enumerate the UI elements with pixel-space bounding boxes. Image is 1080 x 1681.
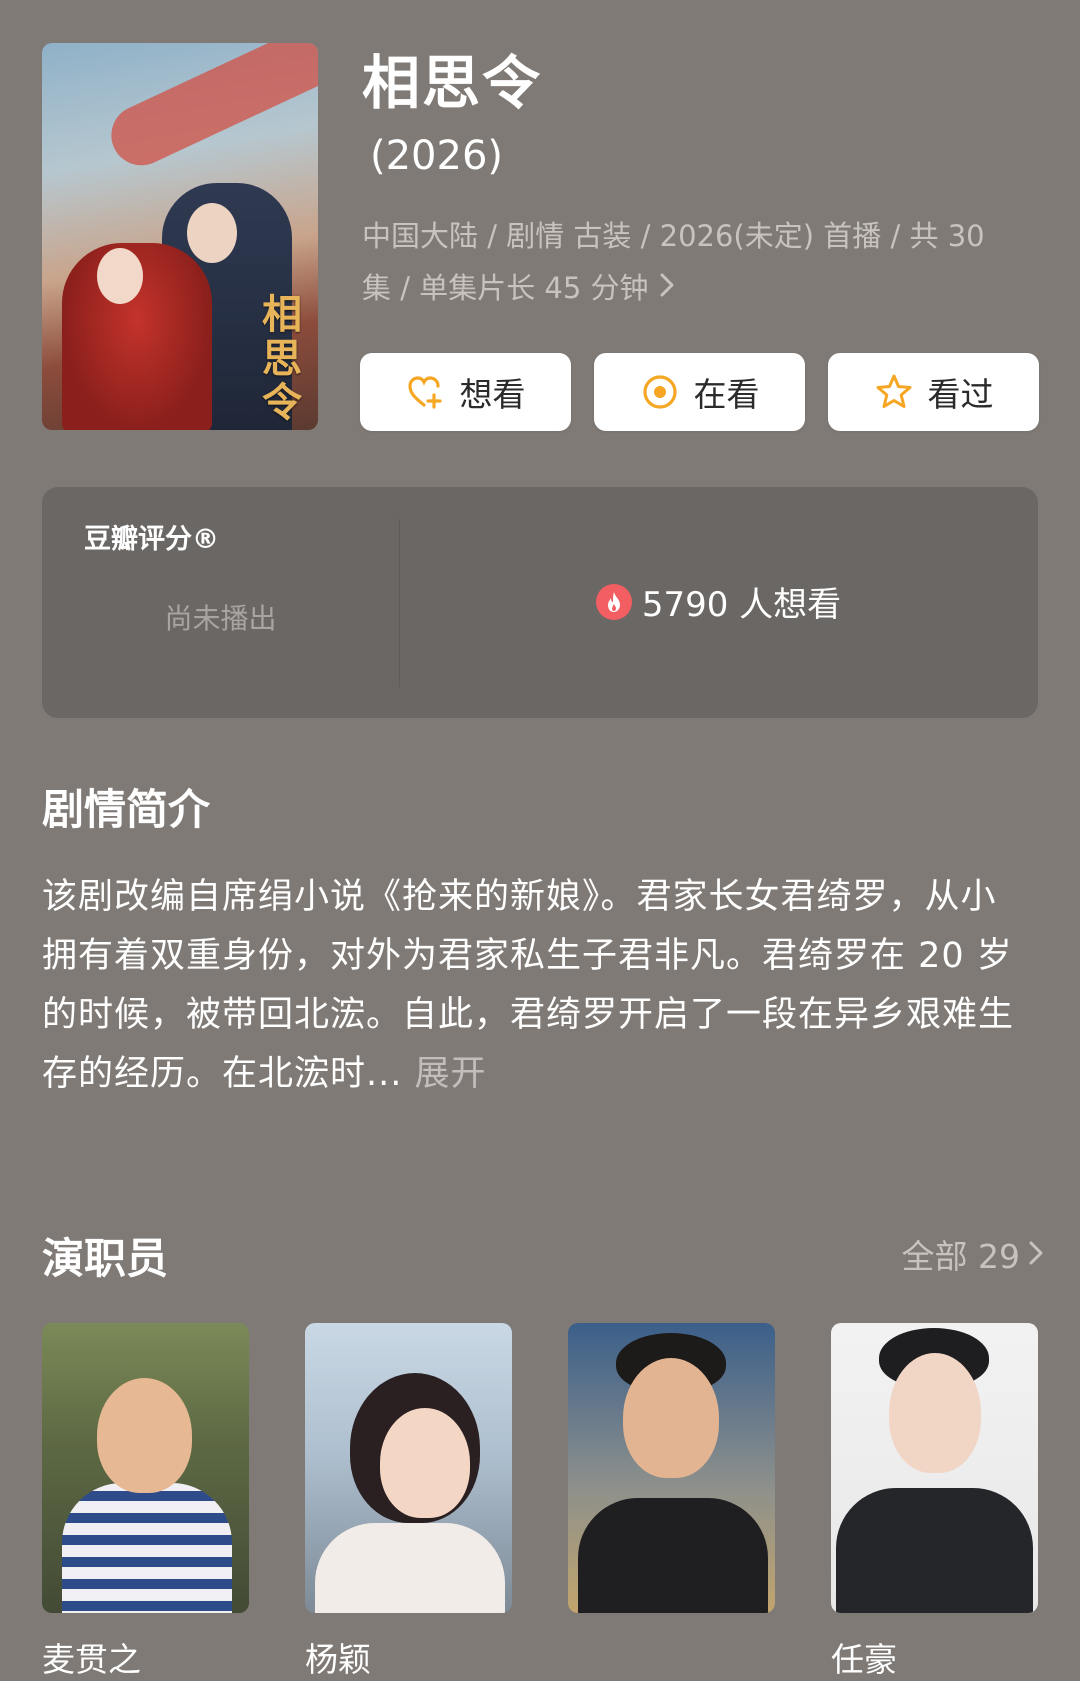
show-meta-info[interactable]: 中国大陆 / 剧情 古装 / 2026(未定) 首播 / 共 30 集 / 单集…: [362, 210, 1012, 314]
page-title: 相思令: [362, 49, 543, 117]
watched-button[interactable]: 看过: [828, 353, 1039, 431]
heart-plus-icon: [406, 372, 446, 412]
cast-member-card[interactable]: 杨颖: [305, 1323, 512, 1679]
poster-image[interactable]: 相思令: [42, 43, 318, 430]
cast-member-name: 任豪: [831, 1640, 897, 1679]
star-icon: [874, 372, 914, 412]
watched-label: 看过: [927, 375, 994, 414]
person-body: [62, 1483, 232, 1613]
wish-count-text: 5790 人想看: [641, 585, 842, 625]
cast-member-card[interactable]: [568, 1323, 775, 1677]
release-year: (2026): [370, 133, 504, 179]
cast-member-photo: [42, 1323, 249, 1613]
cast-member-name: 杨颖: [305, 1640, 371, 1679]
target-circle-icon: [640, 372, 680, 412]
poster-title-text: 相思令: [262, 291, 302, 426]
rating-status: 尚未播出: [164, 602, 277, 635]
douban-rating-label: 豆瓣评分®: [84, 524, 219, 555]
watching-button[interactable]: 在看: [594, 353, 805, 431]
poster-face-female: [97, 248, 143, 304]
poster-ribbon: [101, 43, 318, 176]
cast-member-photo: [305, 1323, 512, 1613]
person-body: [315, 1523, 505, 1613]
cast-list: 麦贯之 杨颖 任豪: [42, 1323, 1038, 1679]
synopsis-text: 该剧改编自席绢小说《抢来的新娘》。君家长女君绮罗，从小拥有着双重身份，对外为君家…: [42, 877, 1015, 1094]
wish-count-block[interactable]: 5790 人想看: [399, 577, 1038, 626]
cast-member-name: 麦贯之: [42, 1640, 141, 1679]
watching-label: 在看: [693, 375, 760, 414]
person-body: [836, 1488, 1033, 1613]
want-to-watch-label: 想看: [459, 375, 526, 414]
rating-card: 豆瓣评分® 尚未播出 5790 人想看: [42, 487, 1038, 718]
want-to-watch-button[interactable]: 想看: [360, 353, 571, 431]
person-body: [578, 1498, 768, 1613]
cast-member-card[interactable]: 麦贯之: [42, 1323, 249, 1679]
person-head: [97, 1378, 192, 1493]
person-head: [889, 1353, 981, 1473]
chevron-right-icon: [1028, 1235, 1044, 1274]
action-buttons: 想看 在看 看过: [360, 353, 1039, 431]
person-head: [380, 1408, 470, 1518]
fire-icon: [595, 583, 632, 620]
view-all-cast-link[interactable]: 全部 29: [902, 1230, 1044, 1278]
chevron-right-icon: [659, 262, 675, 314]
cast-member-photo: [568, 1323, 775, 1613]
cast-member-card[interactable]: 任豪: [831, 1323, 1038, 1679]
person-head: [623, 1358, 719, 1478]
synopsis-text-block: 该剧改编自席绢小说《抢来的新娘》。君家长女君绮罗，从小拥有着双重身份，对外为君家…: [42, 868, 1032, 1104]
cast-member-photo: [831, 1323, 1038, 1613]
cast-section-title: 演职员: [42, 1234, 169, 1283]
view-all-cast-label: 全部 29: [901, 1237, 1020, 1276]
cast-member-name: [568, 1633, 775, 1677]
poster-face-male: [187, 203, 237, 263]
expand-synopsis-link[interactable]: 展开: [415, 1054, 487, 1094]
synopsis-title: 剧情简介: [42, 785, 211, 834]
